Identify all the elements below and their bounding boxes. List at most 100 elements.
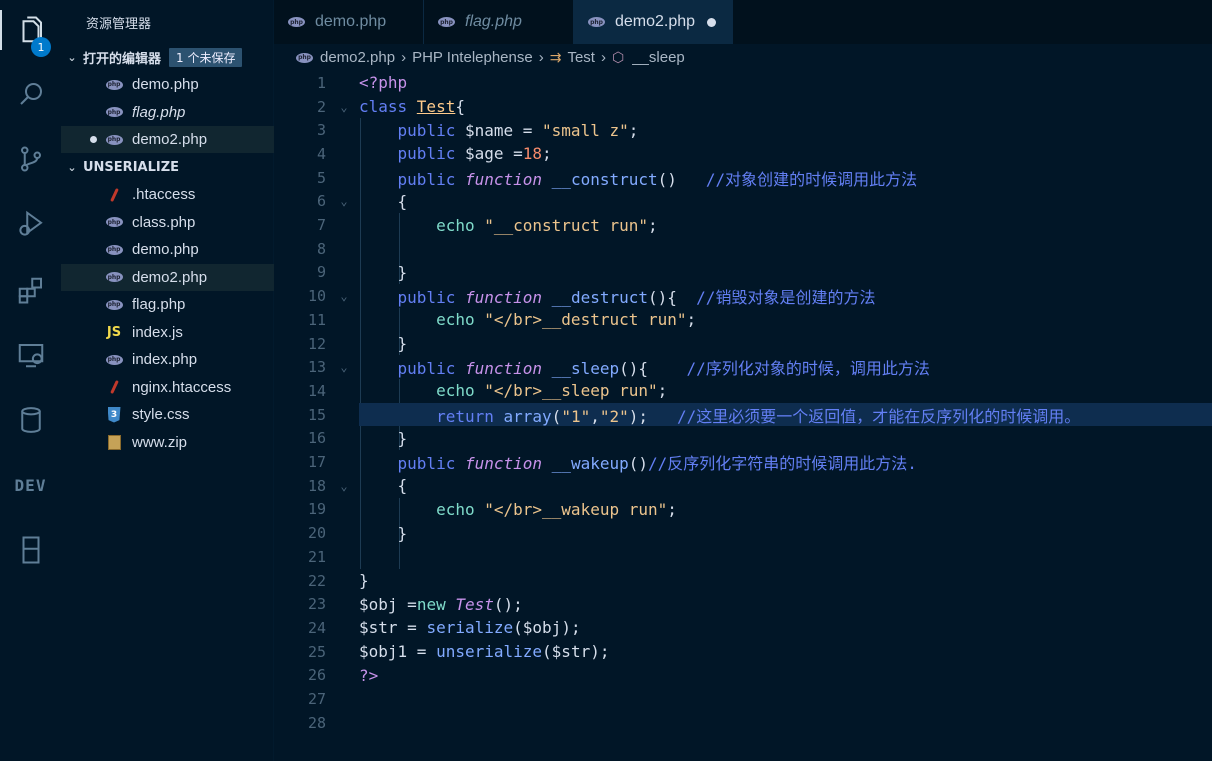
code-token: Test [416, 97, 456, 117]
code-token: ); [561, 618, 581, 638]
database-icon[interactable] [0, 398, 61, 442]
code-line[interactable]: 8 [274, 237, 1212, 261]
code-line[interactable]: 11 echo "</br>__destruct run"; [274, 308, 1212, 332]
code-token: public [359, 359, 465, 379]
code-text: return array("1","2"); //这里必须要一个返回值，才能在反… [359, 403, 1080, 427]
code-token: function [464, 359, 552, 379]
code-line[interactable]: 14 echo "</br>__sleep run"; [274, 379, 1212, 403]
breadcrumb-file[interactable]: demo2.php [320, 49, 395, 66]
folder-header-unserialize[interactable]: ⌄ UNSERIALIZE [61, 154, 274, 181]
code-line[interactable]: 15 return array("1","2"); //这里必须要一个返回值，才… [308, 402, 1212, 427]
open-editors-header[interactable]: ⌄ 打开的编辑器 1 个未保存 [61, 44, 274, 71]
open-editor-item[interactable]: php flag.php [61, 99, 274, 126]
code-editor[interactable]: 1 <?php 2 ⌄ class Test{3 public $name = "sma… [274, 71, 1212, 761]
code-token: { [455, 97, 465, 117]
open-editor-label: flag.php [132, 103, 186, 121]
code-line[interactable]: 9 } [274, 261, 1212, 285]
file-item[interactable]: JS index.js [61, 319, 274, 346]
line-number: 22 [307, 571, 326, 590]
file-item[interactable]: php index.php [61, 346, 274, 373]
open-editor-label: demo2.php [132, 131, 208, 148]
code-line[interactable]: 20 } [274, 521, 1212, 545]
panel-icon[interactable] [0, 528, 61, 572]
code-token: echo [359, 215, 485, 235]
open-editor-item[interactable]: php demo.php [61, 71, 274, 98]
tab-label: demo.php [315, 13, 387, 30]
code-line[interactable]: 28 [274, 711, 1212, 735]
line-number: 14 [307, 381, 326, 400]
file-item[interactable]: php class.php [61, 209, 274, 236]
explorer-title: 资源管理器 [86, 17, 152, 32]
code-line[interactable]: 21 [274, 545, 1212, 569]
breadcrumb-lang[interactable]: PHP Intelephense [412, 49, 533, 66]
breadcrumb-class[interactable]: Test [567, 49, 595, 66]
code-line[interactable]: 4 public $age =18; [274, 142, 1212, 166]
code-line[interactable]: 22} [274, 569, 1212, 593]
line-number: 11 [307, 310, 326, 329]
code-line[interactable]: 23 $obj =new Test(); [274, 592, 1212, 616]
code-token: (){ [619, 359, 687, 379]
code-line[interactable]: 5 public function __construct() //对象创建的时… [274, 166, 1212, 190]
line-number: 26 [307, 666, 326, 685]
fold-chevron-icon[interactable]: ⌄ [334, 360, 354, 374]
code-line[interactable]: 24 $str = serialize($obj); [274, 616, 1212, 640]
code-line[interactable]: 13 ⌄ public function __sleep(){ //序列化对象的时… [274, 355, 1212, 379]
unsaved-dot-icon[interactable] [707, 17, 717, 27]
code-token: 18 [522, 144, 543, 164]
extensions-icon[interactable] [0, 268, 61, 312]
code-line[interactable]: 19 echo "</br>__wakeup run"; [274, 498, 1212, 522]
file-item[interactable]: 3 style.css [61, 401, 274, 428]
code-token: __destruct [551, 288, 648, 308]
fold-chevron-icon[interactable]: ⌄ [334, 100, 354, 114]
code-line[interactable]: 25 $obj1 = unserialize($str); [274, 640, 1212, 664]
file-item[interactable]: php demo2.php [61, 263, 274, 291]
remote-explorer-icon[interactable] [0, 333, 61, 377]
file-item[interactable]: nginx.htaccess [61, 374, 274, 401]
line-number: 12 [307, 334, 326, 353]
php-file-icon-wrap: php [105, 353, 123, 367]
tab-demo-php[interactable]: php demo.php [274, 0, 424, 44]
code-line[interactable]: 12 } [274, 332, 1212, 356]
code-token: $obj1 [359, 642, 417, 662]
line-number: 24 [307, 618, 326, 637]
code-token: { [359, 476, 408, 496]
code-line[interactable]: 27 [274, 687, 1212, 711]
code-line[interactable]: 16 } [274, 427, 1212, 451]
code-line[interactable]: 10 ⌄ public function __destruct(){ //销毁对象… [274, 284, 1212, 308]
code-line[interactable]: 2 ⌄ class Test{ [274, 95, 1212, 119]
code-line[interactable]: 18 ⌄ { [274, 474, 1212, 498]
code-line[interactable]: 6 ⌄ { [274, 190, 1212, 214]
file-item[interactable]: www.zip [61, 429, 274, 456]
code-line[interactable]: 26 ?> [274, 664, 1212, 688]
folder-label: UNSERIALIZE [83, 160, 180, 175]
search-icon[interactable] [0, 72, 61, 116]
file-item[interactable]: php flag.php [61, 291, 274, 318]
file-item[interactable]: php demo.php [61, 236, 274, 263]
dev-icon[interactable]: DEV [0, 463, 61, 507]
code-line[interactable]: 17 public function __wakeup()//反序列化字符串的时… [274, 450, 1212, 474]
open-editor-item[interactable]: php demo2.php [61, 126, 274, 153]
code-token: "</br>__wakeup run" [484, 499, 668, 519]
run-debug-icon[interactable] [0, 202, 61, 246]
files-icon[interactable]: 1 [0, 8, 61, 57]
fold-chevron-icon[interactable]: ⌄ [334, 479, 354, 493]
php-file-icon: php [105, 107, 123, 117]
fold-chevron-icon[interactable]: ⌄ [334, 194, 354, 208]
css-file-icon: 3 [107, 406, 121, 423]
code-line[interactable]: 3 public $name = "small z"; [274, 118, 1212, 142]
source-control-icon[interactable] [0, 137, 61, 181]
fold-chevron-icon[interactable]: ⌄ [334, 289, 354, 303]
tab-flag-php[interactable]: php flag.php [424, 0, 574, 44]
code-token: //反序列化字符串的时候调用此方法. [648, 454, 917, 474]
code-line[interactable]: 1 <?php [274, 71, 1212, 95]
file-label: www.zip [132, 433, 188, 451]
code-line[interactable]: 7 echo "__construct run"; [274, 213, 1212, 237]
php-file-icon-wrap: php [105, 133, 123, 147]
js-file-icon-wrap: JS [105, 324, 123, 340]
code-text: } [359, 263, 408, 282]
breadcrumb-method[interactable]: __sleep [632, 49, 685, 66]
js-file-icon: JS [106, 324, 122, 340]
file-item[interactable]: .htaccess [61, 181, 274, 208]
tab-label: demo2.php [615, 13, 696, 30]
tab-demo2-php[interactable]: php demo2.php [574, 0, 733, 44]
